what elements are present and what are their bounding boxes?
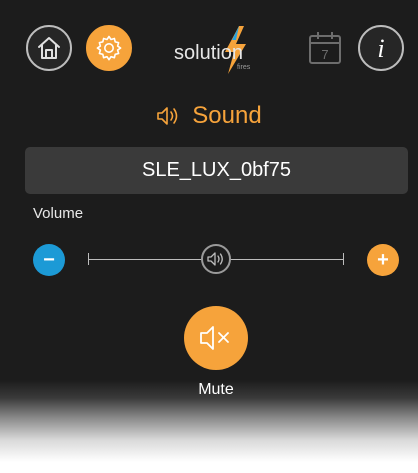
minus-icon: − xyxy=(43,249,55,271)
gear-icon xyxy=(96,35,122,61)
volume-label: Volume xyxy=(33,205,84,222)
plus-icon: + xyxy=(377,249,389,271)
volume-slider-thumb[interactable] xyxy=(201,244,231,274)
info-glyph: i xyxy=(377,34,384,63)
brand-logo: solution fires xyxy=(172,26,262,76)
settings-button[interactable] xyxy=(86,25,132,71)
section-title: Sound xyxy=(0,98,418,134)
mute-label: Mute xyxy=(198,381,234,398)
calendar-day: 7 xyxy=(321,47,328,62)
calendar-icon: 7 xyxy=(309,32,341,64)
speaker-icon xyxy=(156,106,182,126)
mute-button[interactable] xyxy=(184,306,248,370)
speaker-icon xyxy=(207,252,223,266)
info-button[interactable]: i xyxy=(358,25,404,71)
volume-decrease-button[interactable]: − xyxy=(33,244,65,276)
sound-settings-screen: solution fires 7 i Sound SLE_LUX_0bf75 V… xyxy=(0,0,418,473)
device-name-panel: SLE_LUX_0bf75 xyxy=(25,147,408,194)
volume-increase-button[interactable]: + xyxy=(367,244,399,276)
home-icon xyxy=(38,37,60,59)
logo-subtext: fires xyxy=(237,64,251,71)
slider-track-start-tick xyxy=(88,253,89,265)
device-name: SLE_LUX_0bf75 xyxy=(141,159,291,181)
slider-track-end-tick xyxy=(343,253,344,265)
info-icon: i xyxy=(377,34,384,63)
calendar-button[interactable]: 7 xyxy=(304,27,346,69)
page-title: Sound xyxy=(192,102,262,129)
speaker-mute-icon xyxy=(200,326,229,350)
logo-text: solution xyxy=(174,42,243,64)
top-bar: solution fires 7 i xyxy=(0,0,418,92)
home-button[interactable] xyxy=(26,25,72,71)
